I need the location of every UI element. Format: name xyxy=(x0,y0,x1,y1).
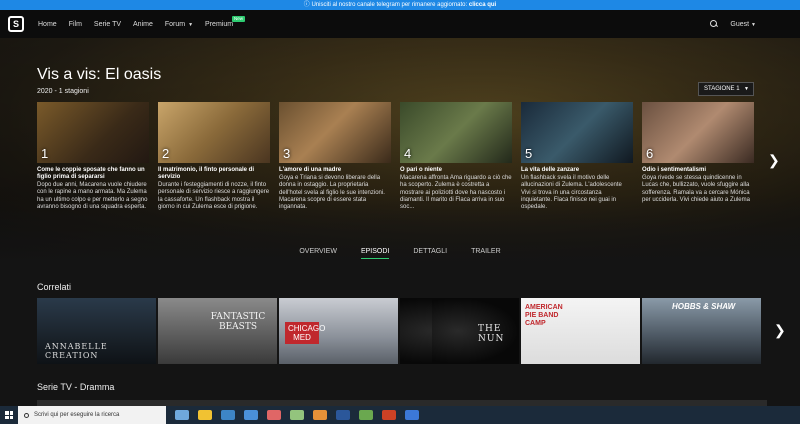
related-section-title: Correlati xyxy=(37,282,72,292)
nav-home[interactable]: Home xyxy=(38,21,57,28)
episode-thumbnail[interactable]: 2 xyxy=(158,102,270,163)
word-icon[interactable] xyxy=(336,410,350,420)
app-icon[interactable] xyxy=(359,410,373,420)
episode-card[interactable]: 4 O pari o niente Macarena affronta Ama … xyxy=(400,102,512,211)
nav-serie-tv[interactable]: Serie TV xyxy=(94,21,121,28)
chevron-down-icon: ▼ xyxy=(744,86,749,92)
episode-thumbnail[interactable]: 1 xyxy=(37,102,149,163)
nav-premium-label: Premium xyxy=(205,20,234,28)
episode-title[interactable]: Il matrimonio, il finto personale di ser… xyxy=(158,167,270,181)
banner-text: Unisciti al nostro canale telegram per r… xyxy=(311,2,468,8)
episodes-row: 1 Come le coppie sposate che fanno un fi… xyxy=(37,102,767,232)
drama-section-title: Serie TV - Dramma xyxy=(37,382,115,392)
episode-title[interactable]: Come le coppie sposate che fanno un figl… xyxy=(37,167,149,181)
search-icon xyxy=(24,412,29,418)
tab-dettagli[interactable]: DETTAGLI xyxy=(413,248,447,259)
nav-anime[interactable]: Anime xyxy=(133,21,153,28)
related-card[interactable]: FANTASTIC BEASTS xyxy=(158,298,277,364)
site-logo-icon[interactable]: S xyxy=(8,16,24,32)
episode-title[interactable]: O pari o niente xyxy=(400,167,512,174)
tab-trailer[interactable]: TRAILER xyxy=(471,248,501,259)
tab-episodi[interactable]: EPISODI xyxy=(360,248,390,259)
guest-label: Guest xyxy=(730,20,750,28)
app-icon[interactable] xyxy=(405,410,419,420)
season-select-value: STAGIONE 1 xyxy=(704,86,740,92)
guest-menu[interactable]: Guest ▼ xyxy=(730,21,756,28)
related-card-title: HOBBS & SHAW xyxy=(672,302,736,311)
related-card-title: FANTASTIC BEASTS xyxy=(210,312,266,332)
top-navbar: S Home Film Serie TV Anime Forum ▼ Premiu… xyxy=(0,10,800,38)
firefox-icon[interactable] xyxy=(313,410,327,420)
episode-number: 6 xyxy=(646,146,654,161)
episode-card[interactable]: 2 Il matrimonio, il finto personale di s… xyxy=(158,102,270,211)
chevron-right-icon[interactable]: ❯ xyxy=(774,322,786,339)
related-card[interactable]: CHICAGO MED xyxy=(279,298,398,364)
windows-logo-icon xyxy=(5,411,13,419)
episode-number: 4 xyxy=(404,146,412,161)
episode-title[interactable]: L'amore di una madre xyxy=(279,167,391,174)
telegram-banner: ⓘ Unisciti al nostro canale telegram per… xyxy=(0,0,800,10)
show-title: Vis a vis: El oasis xyxy=(37,66,162,83)
nav-film[interactable]: Film xyxy=(69,21,82,28)
app-icon[interactable] xyxy=(290,410,304,420)
episode-card[interactable]: 3 L'amore di una madre Goya e Triana si … xyxy=(279,102,391,211)
mail-icon[interactable] xyxy=(244,410,258,420)
related-card-title: AMERICAN PIE BAND CAMP xyxy=(525,304,563,327)
nav-premium[interactable]: Premium New xyxy=(205,15,246,28)
chevron-right-icon[interactable]: ❯ xyxy=(768,152,780,169)
related-card-title: CHICAGO MED xyxy=(285,322,325,344)
episode-title[interactable]: La vita delle zanzare xyxy=(521,167,633,174)
related-card-title: THE NUN xyxy=(478,324,505,344)
episode-thumbnail[interactable]: 5 xyxy=(521,102,633,163)
related-card[interactable]: HOBBS & SHAW xyxy=(642,298,761,364)
nav-forum[interactable]: Forum ▼ xyxy=(165,21,193,28)
episode-card[interactable]: 6 Odio i sentimentalismi Goya rivede se … xyxy=(642,102,754,204)
related-card[interactable]: THE NUN xyxy=(432,298,519,364)
episode-description: Goya rivede se stessa quindicenne in Luc… xyxy=(642,175,750,203)
episode-number: 1 xyxy=(41,146,49,161)
episode-thumbnail[interactable]: 6 xyxy=(642,102,754,163)
windows-taskbar: Scrivi qui per eseguire la ricerca xyxy=(0,406,800,424)
new-badge: New xyxy=(232,15,246,22)
season-select[interactable]: STAGIONE 1 ▼ xyxy=(698,82,754,96)
episode-card[interactable]: 5 La vita delle zanzare Un flashback sve… xyxy=(521,102,633,211)
show-meta: 2020 - 1 stagioni xyxy=(37,88,89,95)
related-card[interactable]: ANNABELLE CREATION xyxy=(37,298,156,364)
chrome-icon[interactable] xyxy=(267,410,281,420)
task-view-icon[interactable] xyxy=(175,410,189,420)
caret-down-icon: ▼ xyxy=(751,21,756,28)
store-icon[interactable] xyxy=(221,410,235,420)
banner-link[interactable]: clicca qui xyxy=(469,2,496,8)
related-card-title: ANNABELLE CREATION xyxy=(45,342,108,360)
taskbar-search-placeholder: Scrivi qui per eseguire la ricerca xyxy=(34,412,120,418)
episode-thumbnail[interactable]: 3 xyxy=(279,102,391,163)
detail-tabs: OVERVIEW EPISODI DETTAGLI TRAILER xyxy=(0,248,800,259)
episode-description: Goya e Triana si devono liberare della d… xyxy=(279,175,385,211)
nav-forum-label: Forum xyxy=(164,20,186,28)
file-explorer-icon[interactable] xyxy=(198,410,212,420)
search-icon[interactable] xyxy=(710,20,718,28)
taskbar-search[interactable]: Scrivi qui per eseguire la ricerca xyxy=(18,406,166,424)
episode-card[interactable]: 1 Come le coppie sposate che fanno un fi… xyxy=(37,102,149,211)
episode-description: Dopo due anni, Macarena vuole chiudere c… xyxy=(37,182,148,210)
episode-thumbnail[interactable]: 4 xyxy=(400,102,512,163)
episode-description: Durante i festeggiamenti di nozze, il fi… xyxy=(158,182,270,210)
caret-down-icon: ▼ xyxy=(188,21,194,28)
episode-number: 2 xyxy=(162,146,170,161)
episode-description: Macarena affronta Ama riguardo a ciò che… xyxy=(400,175,512,211)
episode-number: 5 xyxy=(525,146,533,161)
nav-right: Guest ▼ xyxy=(710,20,792,28)
episode-number: 3 xyxy=(283,146,291,161)
app-icon[interactable] xyxy=(382,410,396,420)
related-card[interactable]: AMERICAN PIE BAND CAMP xyxy=(521,298,640,364)
episode-title[interactable]: Odio i sentimentalismi xyxy=(642,167,754,174)
tab-overview[interactable]: OVERVIEW xyxy=(299,248,337,259)
related-row: ANNABELLE CREATION FANTASTIC BEASTS CHIC… xyxy=(37,298,797,364)
windows-start-button[interactable] xyxy=(0,406,18,424)
episode-description: Un flashback svela il motivo delle alluc… xyxy=(521,175,622,211)
